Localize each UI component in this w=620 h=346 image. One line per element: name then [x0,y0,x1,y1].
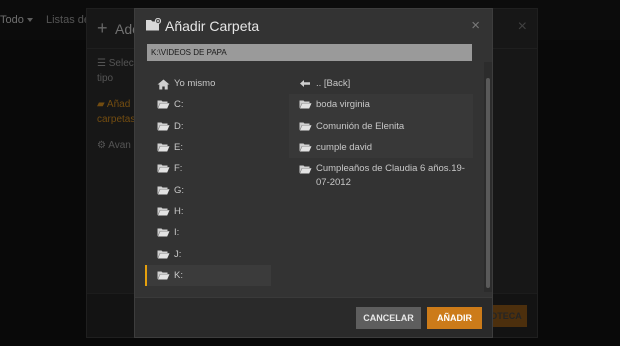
drive-item-label: E: [174,142,183,154]
folder-item[interactable]: .. [Back] [289,73,473,94]
drive-item-label: G: [174,184,185,196]
folder-item[interactable]: cumple david [289,136,473,159]
folder-item[interactable]: Comunión de Elenita [289,115,473,137]
folder-open-icon [299,143,312,152]
drive-item[interactable]: C: [147,94,271,115]
scrollbar-thumb[interactable] [486,78,490,288]
folder-open-icon [299,122,312,131]
drive-item[interactable]: G: [147,179,271,200]
close-icon[interactable]: × [471,17,480,34]
home-icon [157,79,170,90]
drive-item[interactable]: Yo mismo [147,73,271,94]
folder-add-icon [146,18,161,31]
folder-open-icon [157,143,170,152]
folder-open-icon [157,207,170,216]
folder-item-label: cumple david [316,142,372,154]
path-input[interactable] [147,44,472,61]
drive-item[interactable]: E: [147,137,271,158]
folder-open-icon [157,250,170,259]
arrow-left-icon [299,79,312,88]
folder-open-icon [157,271,170,280]
drive-item-label: C: [174,99,184,111]
folder-open-icon [157,228,170,237]
folder-open-icon [299,165,312,174]
drive-item-label: J: [174,248,182,260]
drive-item[interactable]: D: [147,116,271,137]
folder-open-icon [157,122,170,131]
drive-item[interactable]: I: [147,222,271,243]
drive-item-label: K: [174,269,183,281]
drive-item-label: Yo mismo [174,78,216,90]
add-folder-dialog: Añadir Carpeta × Yo mismo C: D: E: F: G: H: I: J… [134,8,493,338]
folder-open-icon [157,186,170,195]
drive-item[interactable]: H: [147,201,271,222]
drive-list: Yo mismo C: D: E: F: G: H: I: J: K: [145,73,271,287]
folder-item[interactable]: Cumpleaños de Claudia 6 años.19-07-2012 [289,158,473,194]
drive-item-label: F: [174,163,183,175]
drive-item-label: I: [174,227,180,239]
drive-item[interactable]: K: [145,264,271,287]
drive-item[interactable]: J: [147,243,271,264]
cancel-button[interactable]: CANCELAR [356,307,421,329]
folder-open-icon [157,100,170,109]
dialog-footer: CANCELAR AÑADIR [135,297,492,337]
drive-item-label: H: [174,205,184,217]
dialog-header: Añadir Carpeta × [135,9,492,45]
dialog-title: Añadir Carpeta [165,18,260,34]
folder-item[interactable]: boda virginia [289,94,473,116]
drive-item[interactable]: F: [147,158,271,179]
scrollbar[interactable] [484,62,492,292]
folder-list: .. [Back] boda virginia Comunión de Elenit… [289,73,473,194]
folder-item-label: Cumpleaños de Claudia 6 años.19-07-2012 [316,163,465,189]
add-button[interactable]: AÑADIR [427,307,482,329]
drive-item-label: D: [174,120,184,132]
folder-item-label: Comunión de Elenita [316,120,405,132]
folder-open-icon [157,164,170,173]
folder-open-icon [299,100,312,109]
folder-item-label: boda virginia [316,99,370,111]
folder-item-label: .. [Back] [316,78,351,90]
